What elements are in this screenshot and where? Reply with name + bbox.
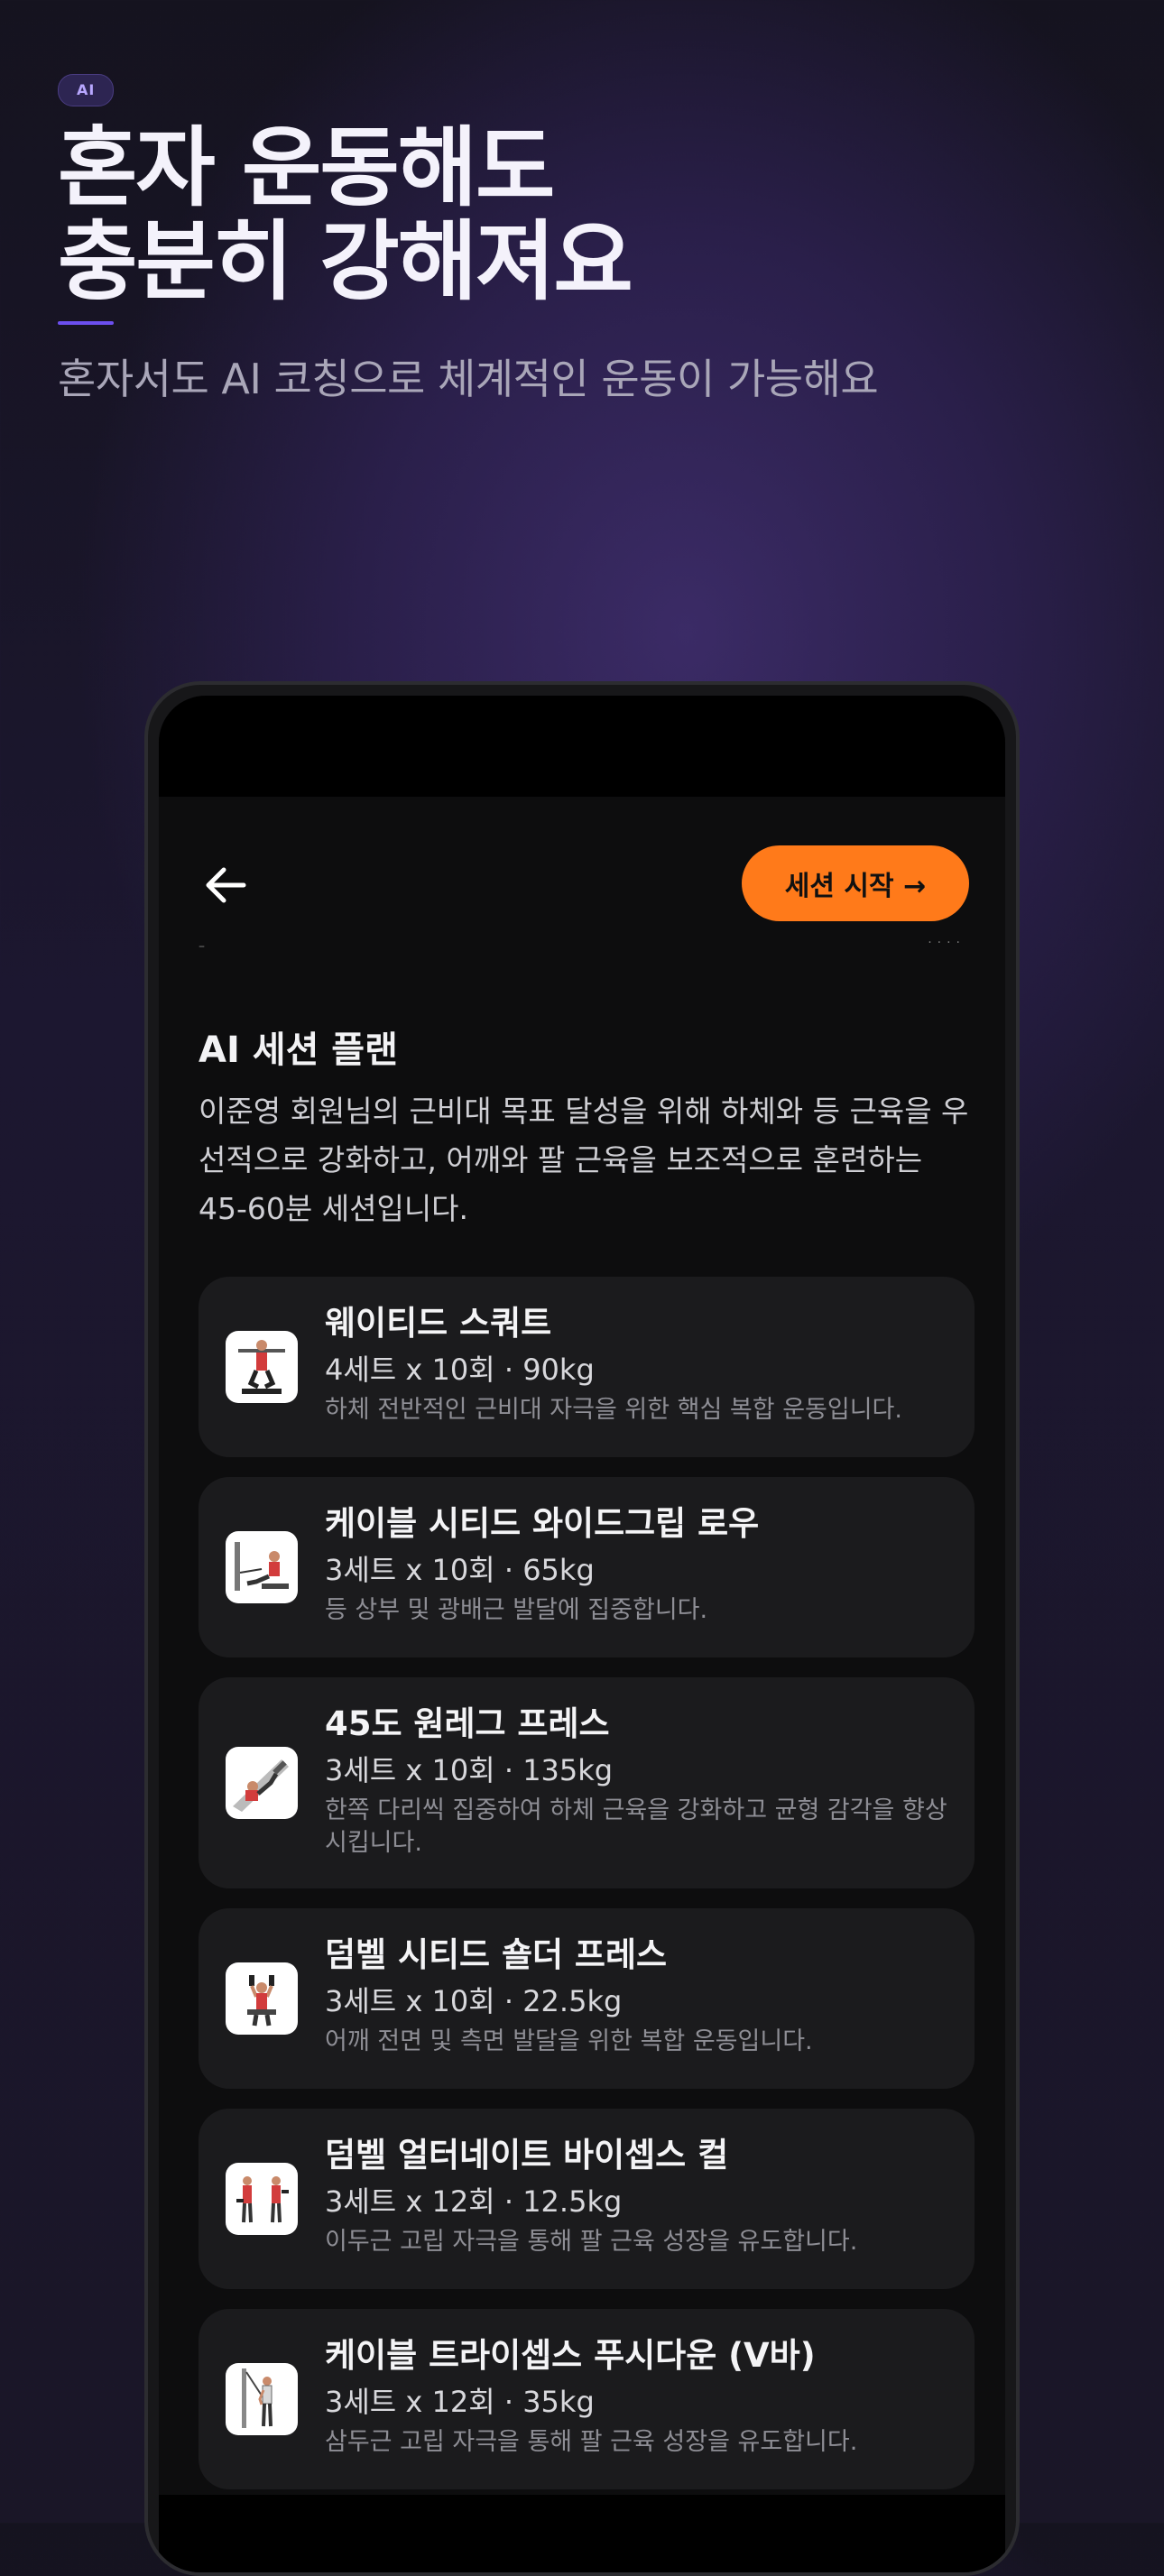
plan-description: 이준영 회원님의 근비대 목표 달성을 위해 하체와 등 근육을 우선적으로 강… xyxy=(199,1094,969,1226)
hero-title-line2: 충분히 강해져요 xyxy=(58,211,633,312)
exercise-sets: 3세트 x 10회 · 22.5kg xyxy=(325,1984,623,2018)
exercise-description: 이두근 고립 자극을 통해 팔 근육 성장을 유도합니다. xyxy=(325,2228,858,2256)
exercise-name: 덤벨 시티드 숄더 프레스 xyxy=(325,1935,668,1974)
status-bar xyxy=(159,696,1005,797)
start-session-button[interactable]: 세션 시작 → xyxy=(742,845,969,921)
exercise-description: 어깨 전면 및 측면 발달을 위한 복합 운동입니다. xyxy=(325,2027,813,2055)
phone-mockup: 세션 시작 → – ···· AI 세션 플랜 이준영 회원님의 근비대 목표 … xyxy=(144,681,1020,2576)
exercise-sets: 3세트 x 12회 · 35kg xyxy=(325,2385,595,2419)
exercise-description: 한쪽 다리씩 집중하여 하체 근육을 강화하고 균형 감각을 향상시킵니다. xyxy=(325,1796,947,1857)
exercise-card[interactable]: 덤벨 시티드 숄더 프레스 3세트 x 10회 · 22.5kg 어깨 전면 및… xyxy=(199,1908,975,2089)
progress-start-mark: – xyxy=(199,939,205,954)
shoulder-press-illustration-icon xyxy=(226,1962,298,2035)
plan-title: AI 세션 플랜 xyxy=(199,1029,398,1071)
exercise-card[interactable]: 45도 원레그 프레스 3세트 x 10회 · 135kg 한쪽 다리씩 집중하… xyxy=(199,1677,975,1888)
biceps-curl-illustration-icon xyxy=(226,2163,298,2235)
exercise-sets: 4세트 x 10회 · 90kg xyxy=(325,1353,595,1387)
exercise-card[interactable]: 덤벨 얼터네이트 바이셉스 컬 3세트 x 12회 · 12.5kg 이두근 고… xyxy=(199,2109,975,2289)
hero-title: 혼자 운동해도 충분히 강해져요 xyxy=(58,121,1104,309)
exercise-card[interactable]: 웨이티드 스쿼트 4세트 x 10회 · 90kg 하체 전반적인 근비대 자극… xyxy=(199,1277,975,1457)
exercise-card[interactable]: 케이블 트라이셉스 푸시다운 (V바) 3세트 x 12회 · 35kg 삼두근… xyxy=(199,2309,975,2489)
exercise-name: 케이블 트라이셉스 푸시다운 (V바) xyxy=(325,2336,816,2375)
exercise-name: 케이블 시티드 와이드그립 로우 xyxy=(325,1504,760,1543)
triceps-pushdown-illustration-icon xyxy=(226,2363,298,2435)
accent-divider xyxy=(58,321,114,325)
exercise-name: 덤벨 얼터네이트 바이셉스 컬 xyxy=(325,2136,729,2174)
back-button[interactable] xyxy=(199,858,253,912)
exercise-name: 웨이티드 스쿼트 xyxy=(325,1304,552,1343)
exercise-sets: 3세트 x 10회 · 135kg xyxy=(325,1753,614,1787)
exercise-description: 삼두근 고립 자극을 통해 팔 근육 성장을 유도합니다. xyxy=(325,2428,858,2456)
exercise-description: 등 상부 및 광배근 발달에 집중합니다. xyxy=(325,1596,708,1624)
exercise-name: 45도 원레그 프레스 xyxy=(325,1704,610,1743)
exercise-list: 웨이티드 스쿼트 4세트 x 10회 · 90kg 하체 전반적인 근비대 자극… xyxy=(199,1277,975,2509)
squat-illustration-icon xyxy=(226,1331,298,1403)
bottom-safe-area xyxy=(159,2495,1005,2572)
arrow-left-icon xyxy=(206,867,246,903)
exercise-card[interactable]: 케이블 시티드 와이드그립 로우 3세트 x 10회 · 65kg 등 상부 및… xyxy=(199,1477,975,1657)
hero-section: AI 혼자 운동해도 충분히 강해져요 혼자서도 AI 코칭으로 체계적인 운동… xyxy=(58,74,1104,406)
cable-row-illustration-icon xyxy=(226,1531,298,1603)
exercise-sets: 3세트 x 12회 · 12.5kg xyxy=(325,2184,623,2219)
exercise-sets: 3세트 x 10회 · 65kg xyxy=(325,1553,595,1587)
leg-press-illustration-icon xyxy=(226,1747,298,1819)
ai-badge: AI xyxy=(58,74,115,106)
hero-title-line1: 혼자 운동해도 xyxy=(58,117,555,218)
progress-dots: ···· xyxy=(928,936,965,950)
hero-subtitle: 혼자서도 AI 코칭으로 체계적인 운동이 가능해요 xyxy=(58,355,879,403)
app-screen: 세션 시작 → – ···· AI 세션 플랜 이준영 회원님의 근비대 목표 … xyxy=(159,696,1005,2572)
exercise-description: 하체 전반적인 근비대 자극을 위한 핵심 복합 운동입니다. xyxy=(325,1396,902,1424)
progress-indicator: – ···· xyxy=(199,936,965,954)
